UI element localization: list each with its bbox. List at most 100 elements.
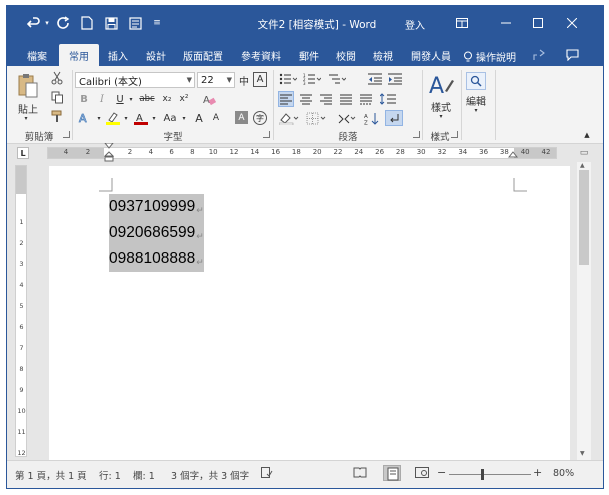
- font-name-box[interactable]: Calibri (本文) ▼: [75, 72, 195, 88]
- paste-dropdown-icon[interactable]: ▾: [21, 114, 31, 122]
- font-color-dropdown-icon[interactable]: ▾: [150, 110, 158, 126]
- copy-icon[interactable]: [49, 89, 65, 105]
- selected-text-line[interactable]: 0988108888 ↵: [109, 246, 204, 272]
- grow-font-button[interactable]: A: [193, 110, 205, 126]
- change-case-button[interactable]: Aa: [161, 110, 179, 126]
- tab-selector[interactable]: L: [17, 147, 29, 159]
- new-document-icon[interactable]: [79, 15, 95, 31]
- text-effects-icon[interactable]: A: [77, 110, 91, 126]
- cut-icon[interactable]: [49, 70, 65, 86]
- right-indent-marker-icon[interactable]: [508, 151, 518, 159]
- align-center-icon[interactable]: [298, 91, 314, 107]
- subscript-button[interactable]: x₂: [160, 92, 174, 106]
- undo-dropdown-icon[interactable]: ▾: [43, 15, 51, 31]
- show-paragraph-marks-icon[interactable]: [385, 110, 403, 126]
- editing-dropdown-icon[interactable]: ▾: [471, 106, 481, 114]
- zoom-level[interactable]: 80%: [553, 468, 574, 479]
- styles-launcher-icon[interactable]: [451, 131, 458, 138]
- sign-in-link[interactable]: 登入: [405, 17, 425, 32]
- decrease-indent-icon[interactable]: [367, 72, 383, 86]
- bullets-icon[interactable]: [278, 72, 298, 86]
- strikethrough-button[interactable]: abc: [137, 92, 157, 106]
- asian-layout-icon[interactable]: [337, 110, 357, 126]
- styles-button-label[interactable]: 樣式: [425, 100, 457, 114]
- highlight-dropdown-icon[interactable]: ▾: [122, 110, 130, 126]
- tab-mailings[interactable]: 郵件: [292, 44, 326, 66]
- change-case-dropdown-icon[interactable]: ▾: [180, 110, 188, 126]
- font-launcher-icon[interactable]: [263, 131, 270, 138]
- tab-design[interactable]: 設計: [139, 44, 173, 66]
- sort-icon[interactable]: AZ: [363, 110, 381, 126]
- comments-icon[interactable]: [563, 44, 581, 66]
- shrink-font-button[interactable]: A: [210, 110, 222, 126]
- word-count[interactable]: 3 個字，共 3 個字: [171, 468, 249, 482]
- find-icon[interactable]: [466, 72, 486, 90]
- underline-dropdown-icon[interactable]: ▾: [128, 92, 134, 106]
- scroll-down-icon[interactable]: ▼: [580, 450, 585, 457]
- customize-icon[interactable]: ≡: [151, 15, 163, 31]
- share-icon[interactable]: [531, 44, 547, 66]
- editing-button-label[interactable]: 編輯: [463, 94, 489, 108]
- phonetic-guide-button[interactable]: 中: [237, 72, 251, 88]
- undo-icon[interactable]: [25, 15, 43, 31]
- tell-me-box[interactable]: 操作說明: [463, 49, 516, 64]
- increase-indent-icon[interactable]: [387, 72, 403, 86]
- align-left-icon[interactable]: [278, 91, 294, 107]
- line-spacing-icon[interactable]: [379, 91, 397, 107]
- ribbon-display-icon[interactable]: [447, 12, 477, 34]
- tab-layout[interactable]: 版面配置: [177, 44, 229, 66]
- tab-review[interactable]: 校閱: [329, 44, 363, 66]
- format-painter-icon[interactable]: [49, 108, 65, 124]
- tab-file[interactable]: 檔案: [17, 44, 57, 66]
- italic-button[interactable]: I: [95, 92, 109, 106]
- justify-icon[interactable]: [338, 91, 354, 107]
- page-count[interactable]: 第 1 頁，共 1 頁: [15, 468, 87, 482]
- scrollbar-thumb[interactable]: [579, 170, 589, 265]
- proofing-icon[interactable]: [261, 467, 273, 481]
- paste-label[interactable]: 貼上: [15, 102, 41, 116]
- vertical-ruler[interactable]: 1 2 3 4 5 6 7 8 9 10 11 12: [15, 165, 27, 457]
- web-layout-icon[interactable]: [415, 467, 429, 481]
- zoom-out-button[interactable]: −: [437, 466, 446, 479]
- ruler-toggle-icon[interactable]: ▭: [577, 146, 591, 160]
- close-icon[interactable]: [557, 12, 587, 34]
- clear-formatting-icon[interactable]: A: [201, 92, 217, 106]
- character-border-button[interactable]: A: [253, 72, 267, 87]
- collapse-ribbon-icon[interactable]: ▲: [581, 130, 593, 140]
- zoom-slider-thumb[interactable]: [481, 469, 484, 480]
- minimize-icon[interactable]: [491, 12, 521, 34]
- paragraph-launcher-icon[interactable]: [413, 131, 420, 138]
- vertical-scrollbar[interactable]: ▲ ▼: [577, 162, 591, 460]
- print-preview-icon[interactable]: [127, 15, 143, 31]
- shading-icon[interactable]: [278, 110, 300, 126]
- tab-references[interactable]: 參考資料: [235, 44, 287, 66]
- align-right-icon[interactable]: [318, 91, 334, 107]
- zoom-slider-track[interactable]: [449, 474, 531, 475]
- zoom-in-button[interactable]: +: [533, 466, 542, 479]
- indent-marker-icon[interactable]: [104, 143, 114, 163]
- read-mode-icon[interactable]: [353, 467, 367, 481]
- clipboard-launcher-icon[interactable]: [63, 131, 70, 138]
- character-shading-button[interactable]: A: [235, 111, 248, 124]
- font-size-box[interactable]: 22 ▼: [197, 72, 235, 88]
- paste-icon[interactable]: [15, 71, 41, 101]
- text-effects-dropdown-icon[interactable]: ▾: [95, 110, 103, 126]
- horizontal-ruler[interactable]: 4 2 2 4 6 8 10 12 14 16 18 20 22 24 26 28 30 32 34 36 38 40 42: [47, 147, 557, 159]
- tab-home[interactable]: 常用: [59, 44, 99, 66]
- font-color-icon[interactable]: A: [133, 110, 149, 126]
- superscript-button[interactable]: x²: [177, 92, 191, 106]
- scroll-up-icon[interactable]: ▲: [580, 162, 585, 169]
- selected-text-line[interactable]: 0937109999 ↵: [109, 194, 204, 220]
- distributed-icon[interactable]: [358, 91, 374, 107]
- highlight-icon[interactable]: [105, 110, 121, 126]
- numbering-icon[interactable]: 123: [302, 72, 322, 86]
- underline-button[interactable]: U: [113, 92, 127, 106]
- save-icon[interactable]: [103, 15, 119, 31]
- tab-view[interactable]: 檢視: [366, 44, 400, 66]
- styles-icon[interactable]: A: [427, 70, 455, 100]
- print-layout-icon[interactable]: [383, 465, 401, 481]
- tab-insert[interactable]: 插入: [101, 44, 135, 66]
- bold-button[interactable]: B: [77, 92, 91, 106]
- selected-text-line[interactable]: 0920686599 ↵: [109, 220, 204, 246]
- redo-icon[interactable]: [55, 15, 71, 31]
